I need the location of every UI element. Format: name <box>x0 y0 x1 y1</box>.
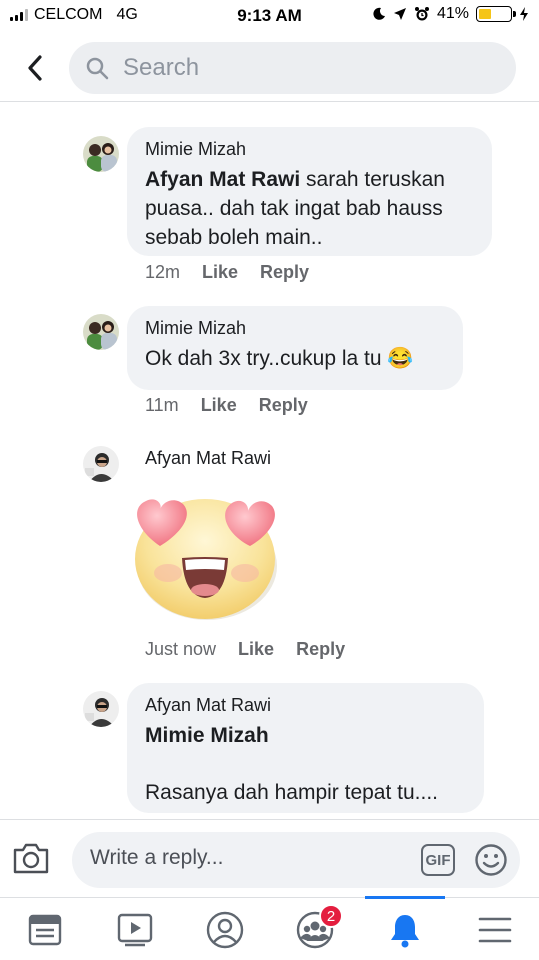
tab-groups[interactable]: 2 <box>275 898 355 960</box>
camera-icon <box>13 843 49 874</box>
comments-list: Mimie Mizah Afyan Mat Rawi sarah teruska… <box>0 103 539 819</box>
reply-button[interactable]: Reply <box>296 639 345 660</box>
comment-time: Just now <box>145 639 217 659</box>
comment-text: Ok dah 3x try..cukup la tu 😂 <box>145 347 414 370</box>
emoji-button[interactable] <box>474 843 508 877</box>
comment-author[interactable]: Afyan Mat Rawi <box>145 448 271 469</box>
moon-icon <box>373 7 385 20</box>
bell-icon <box>391 914 419 947</box>
comment-mention[interactable]: Mimie Mizah <box>145 724 269 747</box>
comment-author[interactable]: Mimie Mizah <box>145 318 445 339</box>
groups-badge: 2 <box>319 904 343 928</box>
news-feed-icon <box>28 914 62 945</box>
comment-bubble[interactable]: Mimie Mizah Ok dah 3x try..cukup la tu 😂 <box>127 306 463 390</box>
comment-body: Rasanya dah hampir tepat tu.... <box>145 781 439 804</box>
camera-button[interactable] <box>12 840 50 876</box>
smiley-icon <box>475 844 507 876</box>
comment-author[interactable]: Mimie Mizah <box>145 139 474 160</box>
like-button[interactable]: Like <box>201 395 237 416</box>
comment-text: Afyan Mat Rawi sarah teruskan puasa.. da… <box>145 165 474 252</box>
alarm-icon <box>414 7 429 21</box>
reply-input[interactable] <box>90 846 410 870</box>
tab-menu[interactable] <box>455 898 535 960</box>
battery-icon <box>476 6 516 22</box>
heart-eyes-emoji-sticker[interactable] <box>128 486 283 621</box>
watch-video-icon <box>117 913 153 946</box>
search-input[interactable] <box>123 54 483 82</box>
tab-news-feed[interactable] <box>5 898 85 960</box>
avatar[interactable] <box>83 314 119 350</box>
comment-mention[interactable]: Afyan Mat Rawi <box>145 168 300 191</box>
gif-button[interactable]: GIF <box>421 844 455 876</box>
tab-profile[interactable] <box>185 898 265 960</box>
comment-time: 12m <box>145 262 181 282</box>
tab-watch[interactable] <box>95 898 175 960</box>
battery-percent: 41% <box>436 5 469 22</box>
reply-button[interactable]: Reply <box>260 262 309 283</box>
avatar[interactable] <box>83 691 119 727</box>
back-button[interactable] <box>18 48 52 88</box>
search-box[interactable] <box>69 42 516 94</box>
comment-bubble[interactable]: Mimie Mizah Afyan Mat Rawi sarah teruska… <box>127 127 492 256</box>
profile-icon <box>206 911 244 948</box>
avatar[interactable] <box>83 446 119 482</box>
hamburger-menu-icon <box>478 917 512 942</box>
location-arrow-icon <box>393 8 406 20</box>
comment-actions: Just now Like Reply <box>145 639 345 660</box>
tab-notifications[interactable] <box>365 896 445 960</box>
reply-bar: GIF <box>0 819 539 897</box>
comment-actions: 11m Like Reply <box>145 395 308 416</box>
avatar[interactable] <box>83 136 119 172</box>
status-bar: CELCOM 4G 9:13 AM 41% <box>0 0 539 32</box>
status-right: 41% <box>372 5 529 23</box>
like-button[interactable]: Like <box>202 262 238 283</box>
header <box>0 36 539 102</box>
tab-bar: 2 <box>0 896 539 960</box>
comment-mention-line: Mimie Mizah <box>145 721 466 750</box>
like-button[interactable]: Like <box>238 639 274 660</box>
comment-time: 11m <box>145 395 179 415</box>
comment-bubble[interactable]: Afyan Mat Rawi Mimie Mizah Rasanya dah h… <box>127 683 484 813</box>
chevron-left-icon <box>28 55 42 81</box>
comment-author[interactable]: Afyan Mat Rawi <box>145 695 466 716</box>
reply-button[interactable]: Reply <box>259 395 308 416</box>
reply-input-box[interactable]: GIF <box>72 832 520 888</box>
comment-actions: 12m Like Reply <box>145 262 309 283</box>
charging-bolt-icon <box>520 7 528 21</box>
search-icon <box>86 57 109 80</box>
